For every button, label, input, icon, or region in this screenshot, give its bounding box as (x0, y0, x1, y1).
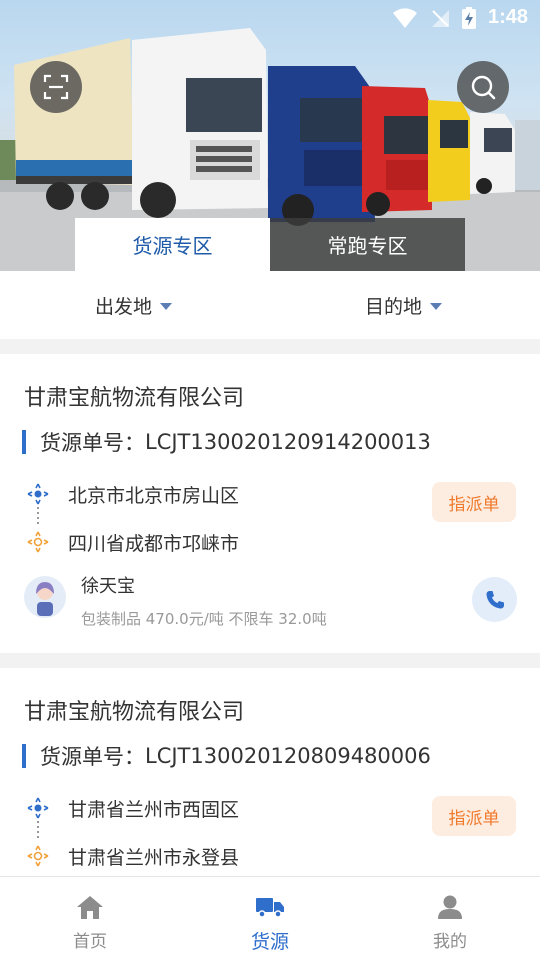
origin-text: 甘肃省兰州市西固区 (68, 798, 240, 821)
nav-mine[interactable]: 我的 (390, 877, 510, 960)
contact: 徐天宝 包装制品 470.0元/吨 不限车 32.0吨 (24, 572, 524, 632)
person-icon (438, 895, 462, 919)
nav-cargo-label: 货源 (250, 931, 289, 953)
order-number-row: 货源单号： LCJT130020120809480006 (22, 740, 431, 772)
destination-text: 甘肃省兰州市永登县 (68, 846, 240, 869)
no-signal-icon (431, 9, 449, 27)
cargo-card[interactable]: 甘肃宝航物流有限公司 货源单号： LCJT13002012091420001​3… (0, 354, 540, 653)
tab-regular-route-zone[interactable]: 常跑专区 (270, 218, 465, 271)
destination-filter[interactable]: 目的地 (365, 271, 443, 339)
company-name: 甘肃宝航物流有限公司 (24, 386, 245, 411)
destination-filter-label: 目的地 (365, 295, 423, 318)
nav-home[interactable]: 首页 (30, 877, 150, 960)
route-connector (37, 507, 39, 527)
caret-down-icon (160, 302, 173, 310)
call-button[interactable] (472, 577, 517, 622)
origin-filter-label: 出发地 (95, 295, 153, 318)
tab-cargo-zone[interactable]: 货源专区 (75, 218, 270, 271)
nav-mine-label: 我的 (433, 932, 467, 952)
caret-down-icon (430, 302, 443, 310)
contact-name: 徐天宝 (81, 576, 135, 597)
filter-bar: 出发地 目的地 (0, 271, 540, 339)
nav-home-label: 首页 (73, 932, 107, 952)
truck-icon (256, 898, 284, 918)
origin-filter[interactable]: 出发地 (95, 271, 173, 339)
battery-charging-icon (461, 6, 476, 29)
order-number-label: 货源单号： (40, 745, 145, 769)
company-name: 甘肃宝航物流有限公司 (24, 700, 245, 725)
status-time: 1:48 (487, 6, 528, 28)
accent-bar (22, 430, 26, 454)
wifi-icon (392, 7, 417, 28)
status-bar: 1:48 (0, 0, 540, 36)
route-destination: 甘肃省兰州市永登县 (26, 841, 239, 871)
accent-bar (22, 744, 26, 768)
cargo-detail: 包装制品 470.0元/吨 不限车 32.0吨 (81, 610, 327, 628)
bottom-nav: 首页 货源 我的 (0, 876, 540, 960)
cargo-card[interactable]: 甘肃宝航物流有限公司 货源单号： LCJT130020120809480006 … (0, 668, 540, 878)
dispatch-badge: 指派单 (432, 796, 516, 836)
home-icon (77, 896, 103, 919)
search-icon (471, 75, 496, 100)
avatar-icon (36, 582, 54, 616)
origin-marker-icon (27, 483, 49, 505)
destination-text: 四川省成都市邛崃市 (68, 532, 240, 555)
hero-banner: 1:48 货源专区 常跑专区 (0, 0, 540, 271)
phone-icon (486, 590, 504, 608)
scan-icon (43, 74, 69, 100)
origin-marker-icon (27, 797, 49, 819)
scan-button[interactable] (30, 61, 82, 113)
avatar (24, 576, 66, 618)
order-number-label: 货源单号： (40, 431, 145, 455)
route-origin: 甘肃省兰州市西固区 (26, 793, 239, 823)
dispatch-badge: 指派单 (432, 482, 516, 522)
route-origin: 北京市北京市房山区 (26, 479, 239, 509)
route-destination: 四川省成都市邛崃市 (26, 527, 239, 557)
origin-text: 北京市北京市房山区 (68, 484, 240, 507)
route-connector (37, 821, 39, 841)
destination-marker-icon (27, 845, 49, 867)
order-number-row: 货源单号： LCJT13002012091420001​3 (22, 426, 431, 458)
destination-marker-icon (27, 531, 49, 553)
order-number: LCJT13002012091420001​3 (145, 430, 431, 454)
nav-cargo[interactable]: 货源 (210, 877, 330, 960)
search-button[interactable] (457, 61, 509, 113)
order-number: LCJT130020120809480006 (145, 744, 431, 768)
